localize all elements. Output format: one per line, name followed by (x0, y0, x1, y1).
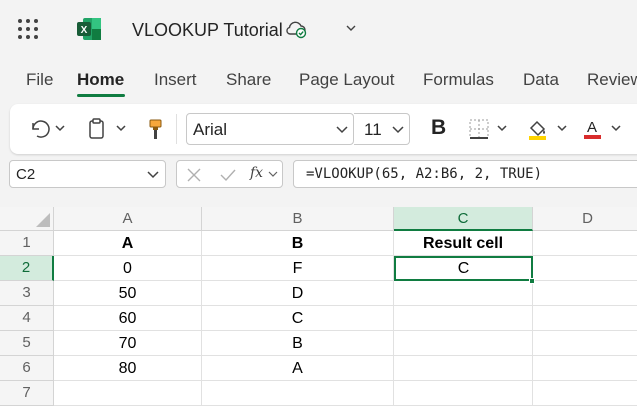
cell-c7[interactable] (394, 381, 533, 406)
cell-c2-active[interactable]: C (394, 256, 533, 281)
column-header-b[interactable]: B (202, 207, 394, 231)
font-color-letter: A (587, 119, 597, 136)
excel-logo-letter: X (81, 25, 88, 36)
column-header-c[interactable]: C (394, 207, 533, 231)
cancel-x-icon[interactable] (186, 167, 202, 183)
cell-a4[interactable]: 60 (54, 306, 202, 331)
paste-icon[interactable] (86, 117, 130, 141)
font-chevron-down-icon (336, 126, 348, 134)
row-header-7[interactable]: 7 (0, 381, 54, 406)
cell-b2[interactable]: F (202, 256, 394, 281)
cell-c1[interactable]: Result cell (394, 231, 533, 256)
cell-b6[interactable]: A (202, 356, 394, 381)
font-name-select[interactable]: Arial (186, 113, 354, 145)
cell-c6[interactable] (394, 356, 533, 381)
tab-review[interactable]: Review (587, 70, 637, 90)
cell-b5[interactable]: B (202, 331, 394, 356)
row-header-2[interactable]: 2 (0, 256, 54, 281)
font-size-value: 11 (364, 120, 382, 139)
font-size-select[interactable]: 11 (354, 113, 410, 145)
cell-a7[interactable] (54, 381, 202, 406)
cloud-saved-icon[interactable] (284, 19, 308, 39)
cell-a2[interactable]: 0 (54, 256, 202, 281)
enter-check-icon[interactable] (219, 167, 237, 183)
fx-chevron-down-icon[interactable] (268, 171, 278, 179)
name-box-value: C2 (16, 166, 36, 183)
insert-function-fx-icon[interactable]: fx (250, 165, 263, 181)
cell-a6[interactable]: 80 (54, 356, 202, 381)
size-chevron-down-icon (392, 126, 404, 134)
tab-home[interactable]: Home (77, 70, 124, 90)
font-color-icon[interactable]: A (582, 117, 628, 141)
cell-b3[interactable]: D (202, 281, 394, 306)
cell-d5[interactable] (533, 331, 637, 356)
cell-c3[interactable] (394, 281, 533, 306)
excel-logo-icon[interactable]: X (76, 17, 102, 41)
cell-a3[interactable]: 50 (54, 281, 202, 306)
fill-handle[interactable] (529, 278, 535, 284)
select-all-corner[interactable] (0, 207, 54, 231)
tab-formulas[interactable]: Formulas (423, 70, 494, 90)
name-box-chevron-down-icon (147, 171, 159, 179)
borders-icon[interactable] (468, 117, 512, 141)
font-name-value: Arial (193, 120, 228, 139)
cell-b4[interactable]: C (202, 306, 394, 331)
home-toolbar: Arial 11 B A (10, 104, 637, 154)
select-all-triangle-icon (36, 213, 50, 227)
tab-data[interactable]: Data (523, 70, 559, 90)
cell-a5[interactable]: 70 (54, 331, 202, 356)
toolbar-divider (176, 114, 177, 144)
title-chevron-down-icon[interactable] (344, 22, 358, 34)
tab-insert[interactable]: Insert (154, 70, 197, 90)
tab-share[interactable]: Share (226, 70, 271, 90)
formula-actions: fx (176, 160, 283, 188)
app-launcher-icon[interactable] (18, 19, 40, 41)
formula-text: =VLOOKUP(65, A2:B6, 2, TRUE) (306, 166, 543, 182)
document-title[interactable]: VLOOKUP Tutorial (132, 20, 283, 41)
bold-button[interactable]: B (431, 116, 446, 140)
cell-d7[interactable] (533, 381, 637, 406)
fill-color-icon[interactable] (526, 117, 572, 141)
cell-b7[interactable] (202, 381, 394, 406)
cell-c5[interactable] (394, 331, 533, 356)
column-header-a[interactable]: A (54, 207, 202, 231)
active-tab-indicator (77, 94, 125, 97)
row-header-4[interactable]: 4 (0, 306, 54, 331)
format-painter-icon[interactable] (146, 117, 166, 141)
cell-b1[interactable]: B (202, 231, 394, 256)
cell-d4[interactable] (533, 306, 637, 331)
cell-d1[interactable] (533, 231, 637, 256)
row-header-6[interactable]: 6 (0, 356, 54, 381)
cell-d3[interactable] (533, 281, 637, 306)
row-header-3[interactable]: 3 (0, 281, 54, 306)
cell-a1[interactable]: A (54, 231, 202, 256)
spreadsheet-grid: A B C D 1 2 3 4 5 6 7 A B Result cell 0 … (0, 207, 637, 413)
column-header-d[interactable]: D (533, 207, 637, 231)
title-bar: X VLOOKUP Tutorial (0, 0, 637, 58)
undo-icon[interactable] (28, 117, 68, 141)
cell-d6[interactable] (533, 356, 637, 381)
cell-d2[interactable] (533, 256, 637, 281)
row-header-5[interactable]: 5 (0, 331, 54, 356)
tab-page-layout[interactable]: Page Layout (299, 70, 394, 90)
row-header-1[interactable]: 1 (0, 231, 54, 256)
formula-input[interactable]: =VLOOKUP(65, A2:B6, 2, TRUE) (293, 160, 637, 188)
cell-c4[interactable] (394, 306, 533, 331)
name-box[interactable]: C2 (9, 160, 166, 188)
tab-file[interactable]: File (26, 70, 53, 90)
